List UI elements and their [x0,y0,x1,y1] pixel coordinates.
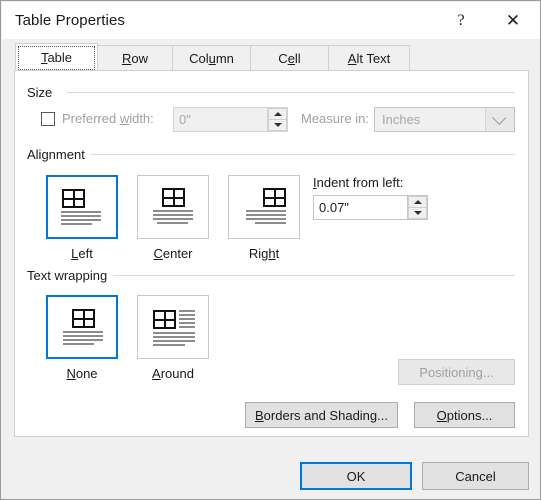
close-button[interactable]: ✕ [490,2,536,39]
ok-button[interactable]: OK [300,462,412,490]
arrow-up-icon [413,200,422,204]
measure-in-dropdown[interactable]: Inches [374,107,515,132]
indent-from-left-spinner[interactable]: 0.07" [313,195,428,220]
table-wrap-around-icon [138,296,208,358]
help-button[interactable]: ? [438,2,484,39]
options-button[interactable]: Options... [414,402,515,428]
tab-column[interactable]: Column [172,45,251,70]
alignment-group-label: Alignment [27,147,92,162]
table-align-right-icon [229,176,299,238]
table-align-left-icon [48,177,116,237]
tab-table-label: Table [40,49,73,65]
positioning-button[interactable]: Positioning... [398,359,515,385]
wrapping-option-around-label: Around [152,366,194,381]
wrapping-option-around[interactable] [137,295,209,359]
options-label: Options... [436,407,493,423]
indent-spin-buttons [407,196,427,219]
alignment-option-right[interactable] [228,175,300,239]
borders-and-shading-button[interactable]: Borders and Shading... [245,402,398,428]
chevron-down-icon [492,110,507,125]
preferred-width-value[interactable]: 0" [174,108,267,131]
arrow-down-icon [413,211,422,215]
arrow-up-icon [273,112,282,116]
title-bar: Table Properties ? ✕ [2,2,540,39]
preferred-width-spin-buttons [267,108,287,131]
borders-and-shading-label: Borders and Shading... [255,407,388,423]
table-properties-dialog: Table Properties ? ✕ Table Row Column Ce… [0,0,541,500]
tab-cell[interactable]: Cell [250,45,329,70]
table-wrap-none-icon [48,297,116,357]
arrow-down-icon [273,123,282,127]
preferred-width-spin-down[interactable] [268,119,287,131]
tab-cell-label: Cell [278,50,301,66]
tab-table[interactable]: Table [15,43,98,70]
close-icon: ✕ [505,11,521,30]
size-group-rule [67,92,515,93]
measure-in-dropdown-button[interactable] [485,108,514,131]
measure-in-value: Inches [382,112,421,127]
alignment-option-left-label: Left [71,246,93,261]
table-align-center-icon [138,176,208,238]
preferred-width-label: Preferred width: [62,111,154,126]
alignment-option-center-label: Center [153,246,193,261]
indent-from-left-value[interactable]: 0.07" [314,196,407,219]
text-wrapping-group-rule [113,275,515,276]
preferred-width-spinner[interactable]: 0" [173,107,288,132]
tab-column-label: Column [189,50,234,66]
indent-spin-down[interactable] [408,207,427,219]
indent-from-left-label: Indent from left: [313,175,404,190]
cancel-button[interactable]: Cancel [422,462,529,490]
alignment-option-left[interactable] [46,175,118,239]
preferred-width-spin-up[interactable] [268,108,287,119]
indent-spin-up[interactable] [408,196,427,207]
dialog-title: Table Properties [15,12,125,29]
wrapping-option-none-label: None [66,366,98,381]
preferred-width-checkbox[interactable] [41,112,55,126]
text-wrapping-group-label: Text wrapping [27,268,115,283]
alignment-group-rule [91,154,515,155]
help-question-icon: ? [457,11,465,29]
wrapping-option-none[interactable] [46,295,118,359]
size-group-label: Size [27,85,60,100]
tab-row-label: Row [121,50,148,66]
measure-in-label: Measure in: [301,111,369,126]
alignment-option-center[interactable] [137,175,209,239]
tab-alt-text[interactable]: Alt Text [328,45,410,70]
tab-strip: Table Row Column Cell Alt Text [2,39,540,71]
tab-row[interactable]: Row [97,45,173,70]
tab-panel-table: Size Preferred width: 0" Measure in: Inc… [14,70,529,437]
tab-alt-text-label: Alt Text [347,50,391,66]
alignment-option-right-label: Right [248,246,280,261]
